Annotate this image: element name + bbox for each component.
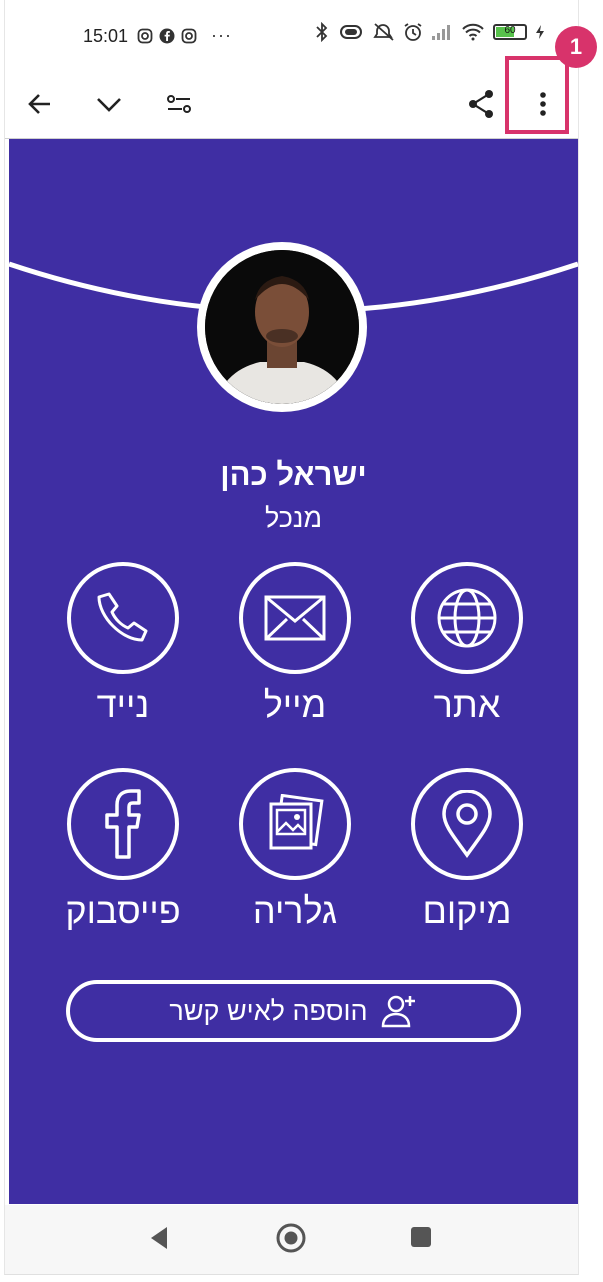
website-action[interactable]: אתר: [407, 562, 527, 726]
facebook-label: פייסבוק: [65, 890, 181, 931]
email-label: מייל: [263, 684, 327, 725]
signal-icon: [432, 25, 450, 40]
globe-icon: [437, 588, 497, 648]
instagram-icon: [137, 28, 153, 43]
share-icon[interactable]: [459, 82, 503, 126]
phone-icon: [97, 592, 148, 642]
website-label: אתר: [433, 684, 501, 725]
nav-recents-icon[interactable]: [409, 1224, 433, 1250]
mute-icon: [373, 23, 394, 41]
facebook-icon: [105, 789, 141, 859]
contact-role: מנכל: [265, 503, 322, 533]
contact-name: ישראל כהן: [220, 457, 367, 492]
nav-home-icon[interactable]: [275, 1222, 307, 1254]
location-label: מיקום: [422, 890, 512, 931]
avatar: [197, 242, 367, 412]
gallery-label: גלריה: [252, 890, 338, 931]
app-bar: [5, 72, 578, 139]
alarm-icon: [404, 23, 422, 41]
tune-icon[interactable]: [157, 82, 201, 126]
back-arrow-icon[interactable]: [18, 82, 62, 126]
location-action[interactable]: מיקום: [407, 768, 527, 932]
add-person-icon: [381, 995, 415, 1028]
profile-photo: [205, 250, 359, 404]
facebook-action[interactable]: פייסבוק: [63, 768, 183, 932]
email-action[interactable]: מייל: [235, 562, 355, 726]
chevron-down-icon[interactable]: [87, 82, 131, 126]
status-bar: 15:01 ··· 60: [5, 0, 578, 72]
location-pin-icon: [442, 790, 492, 858]
wifi-icon: [462, 23, 484, 41]
gallery-icon: [269, 794, 324, 850]
menu-highlight-box: [505, 56, 569, 134]
nav-back-icon[interactable]: [147, 1224, 171, 1252]
more-notifications: ···: [211, 25, 232, 45]
battery-level: 60: [504, 25, 516, 36]
phone-label: נייד: [96, 684, 150, 725]
add-contact-label: הוספה לאיש קשר: [169, 995, 368, 1026]
add-contact-button[interactable]: הוספה לאיש קשר: [66, 980, 521, 1042]
battery-icon: 60: [493, 24, 527, 40]
charging-icon: [536, 25, 544, 39]
callout-badge: 1: [555, 26, 597, 68]
gallery-action[interactable]: גלריה: [235, 768, 355, 932]
business-card: ישראל כהן מנכל אתר מייל נייד מיקום גלריה…: [9, 139, 578, 1204]
vibrate-icon: [340, 25, 362, 39]
phone-screen: 15:01 ··· 60 ישראל כהן מנכל אתר מייל ניי…: [4, 0, 579, 1275]
facebook-icon: [159, 28, 175, 43]
instagram-icon: [181, 28, 197, 43]
status-time: 15:01: [83, 26, 129, 46]
bluetooth-icon: [316, 22, 328, 42]
system-nav-bar: [5, 1205, 578, 1274]
envelope-icon: [264, 595, 326, 641]
phone-action[interactable]: נייד: [63, 562, 183, 726]
